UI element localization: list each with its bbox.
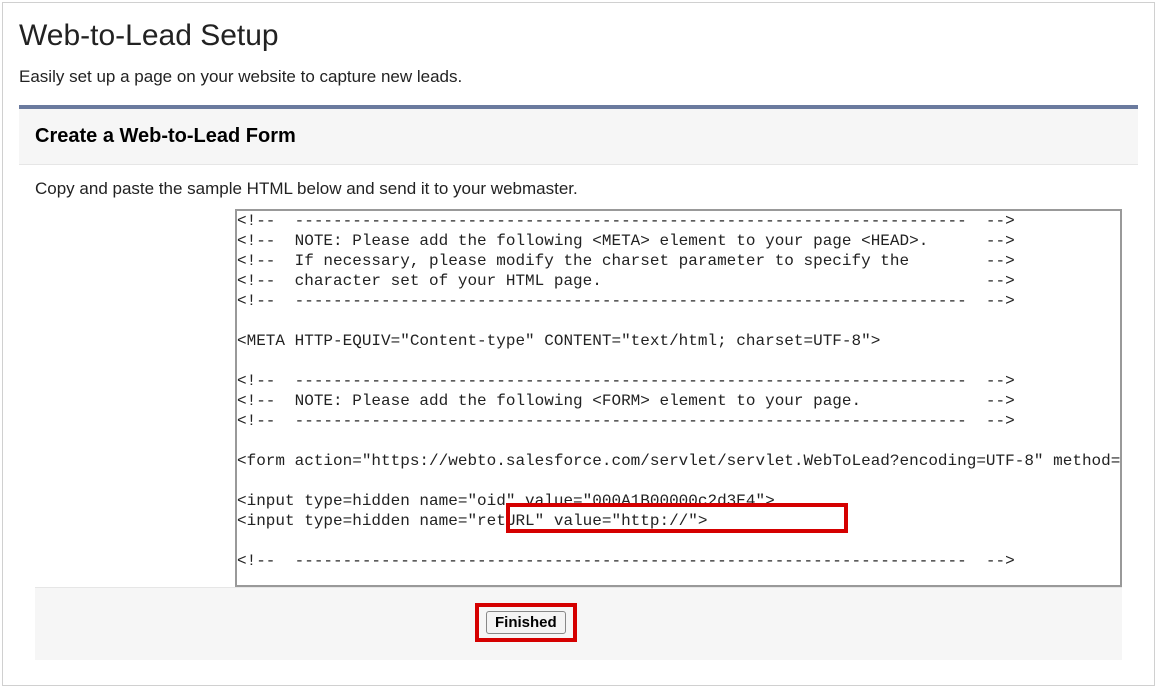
section-header: Create a Web-to-Lead Form — [19, 109, 1138, 165]
page-subtitle: Easily set up a page on your website to … — [3, 61, 1154, 105]
button-row: Finished — [35, 587, 1122, 660]
generated-html-code: <!-- -----------------------------------… — [237, 211, 1120, 571]
finished-highlight-box: Finished — [475, 603, 577, 642]
section-instruction: Copy and paste the sample HTML below and… — [19, 165, 1138, 209]
form-container: Create a Web-to-Lead Form Copy and paste… — [19, 105, 1138, 660]
section-title: Create a Web-to-Lead Form — [35, 125, 1122, 148]
page-title: Web-to-Lead Setup — [3, 3, 1154, 61]
code-textarea[interactable]: <!-- -----------------------------------… — [235, 209, 1122, 587]
finished-button[interactable]: Finished — [486, 611, 566, 634]
page-container: Web-to-Lead Setup Easily set up a page o… — [2, 2, 1155, 686]
